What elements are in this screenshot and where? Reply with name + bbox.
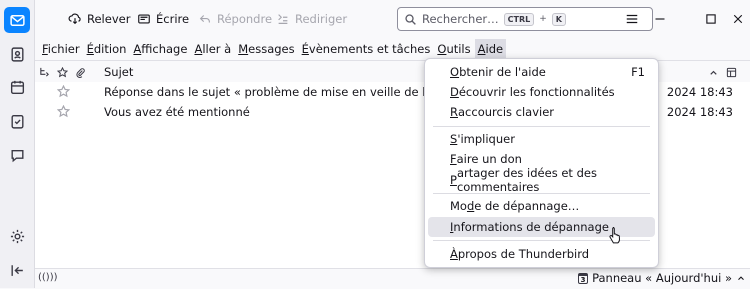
mail-space-button[interactable] — [4, 7, 30, 33]
message-date: 2024 18:43 — [666, 105, 733, 119]
tasks-space-button[interactable] — [4, 108, 30, 134]
menu-item-share-feedback[interactable]: Partager des idées et des commentaires — [428, 166, 655, 194]
menu-item-get-help[interactable]: Obtenir de l'aide F1 — [428, 62, 655, 82]
chat-icon — [10, 149, 24, 162]
menu-item-get-involved[interactable]: S'impliquer — [428, 129, 655, 149]
chat-space-button[interactable] — [4, 142, 30, 168]
maximize-button[interactable] — [703, 11, 719, 27]
message-subject: Vous avez été mentionné — [104, 105, 250, 119]
search-placeholder: Rechercher… — [422, 12, 499, 26]
attachment-icon — [75, 67, 85, 78]
status-bar: (())) 3 Panneau « Aujourd'hui » — [35, 268, 750, 289]
menu-messages[interactable]: Messages — [235, 39, 297, 59]
minimize-icon — [655, 18, 665, 20]
chevron-up-icon — [738, 276, 744, 281]
calendar-space-button[interactable] — [4, 74, 30, 100]
settings-space-button[interactable] — [4, 223, 30, 249]
menu-events-tasks[interactable]: Évènements et tâches — [299, 39, 434, 59]
mouse-cursor-icon — [609, 227, 621, 244]
mail-icon — [9, 14, 25, 26]
subject-column-header[interactable]: Sujet — [104, 65, 133, 79]
shortcut-ctrl: CTRL — [503, 12, 535, 26]
maximize-icon — [706, 14, 716, 24]
menu-tools[interactable]: Outils — [434, 39, 473, 59]
chevron-up-icon — [709, 70, 717, 75]
thread-icon — [39, 67, 49, 77]
search-input[interactable]: Rechercher… CTRL + K — [397, 7, 653, 31]
shortcut-k: K — [551, 12, 566, 26]
menu-item-discover-features[interactable]: Découvrir les fonctionnalités — [428, 82, 655, 102]
close-icon — [733, 14, 743, 24]
download-icon — [68, 13, 81, 25]
menu-help[interactable]: Aide — [474, 38, 507, 59]
hamburger-icon — [626, 14, 638, 24]
thread-column-toggle[interactable] — [37, 65, 51, 79]
menu-separator — [433, 193, 650, 194]
menu-view[interactable]: Affichage — [130, 39, 190, 59]
settings-icon — [10, 229, 24, 243]
menu-bar: Fichier Édition Affichage Aller à Messag… — [35, 37, 750, 60]
starred-column[interactable] — [55, 65, 69, 79]
address-book-icon — [10, 46, 24, 62]
menu-item-troubleshoot-mode[interactable]: Mo d e de dépannage… — [428, 196, 655, 216]
compose-icon — [138, 14, 150, 24]
main-toolbar: Relever Écrire Répondre Rediriger Recher… — [35, 0, 750, 37]
write-button[interactable]: Écrire — [137, 9, 189, 29]
get-messages-button[interactable]: Relever — [68, 9, 130, 29]
star-icon[interactable] — [57, 85, 70, 98]
write-label: Écrire — [156, 12, 190, 26]
calendar-icon — [10, 80, 24, 94]
collapse-spaces-button[interactable] — [4, 257, 30, 283]
menu-separator — [433, 126, 650, 127]
menu-item-keyboard-shortcuts[interactable]: Raccourcis clavier — [428, 102, 655, 122]
today-pane-label: Panneau « Aujourd'hui » — [592, 271, 732, 285]
close-button[interactable] — [730, 11, 746, 27]
spaces-toolbar — [0, 0, 35, 288]
menu-go[interactable]: Aller à — [191, 39, 234, 59]
forward-button[interactable]: Rediriger — [276, 9, 347, 29]
minimize-button[interactable] — [652, 11, 668, 27]
app-menu-button[interactable] — [624, 11, 640, 27]
calendar-day-icon: 3 — [578, 272, 589, 284]
menu-file[interactable]: Fichier — [39, 39, 83, 59]
column-picker-icon — [726, 67, 736, 77]
reply-label: Répondre — [217, 12, 273, 26]
reply-icon — [199, 15, 210, 23]
shortcut-separator: + — [539, 14, 547, 24]
menu-edit[interactable]: Édition — [84, 39, 130, 59]
address-book-space-button[interactable] — [4, 41, 30, 67]
message-date: 2024 18:43 — [666, 85, 733, 99]
attachment-column[interactable] — [73, 65, 87, 79]
collapse-icon — [10, 264, 23, 276]
star-icon — [56, 66, 68, 77]
tasks-icon — [10, 114, 24, 129]
search-icon — [405, 13, 416, 25]
today-pane-toggle[interactable]: 3 Panneau « Aujourd'hui » — [578, 271, 746, 285]
get-messages-label: Relever — [87, 12, 131, 26]
reply-button[interactable]: Répondre — [198, 9, 272, 29]
column-picker[interactable] — [724, 65, 738, 79]
connection-status[interactable]: (())) — [38, 272, 58, 283]
sort-direction[interactable] — [706, 65, 720, 79]
help-menu-dropdown: Obtenir de l'aide F1 Découvrir les fonct… — [424, 58, 659, 268]
forward-label: Rediriger — [295, 12, 348, 26]
shortcut-label: F1 — [631, 65, 645, 79]
menu-item-about[interactable]: À propos de Thunderbird — [428, 244, 655, 264]
forward-icon — [278, 14, 288, 24]
star-icon[interactable] — [57, 105, 70, 118]
